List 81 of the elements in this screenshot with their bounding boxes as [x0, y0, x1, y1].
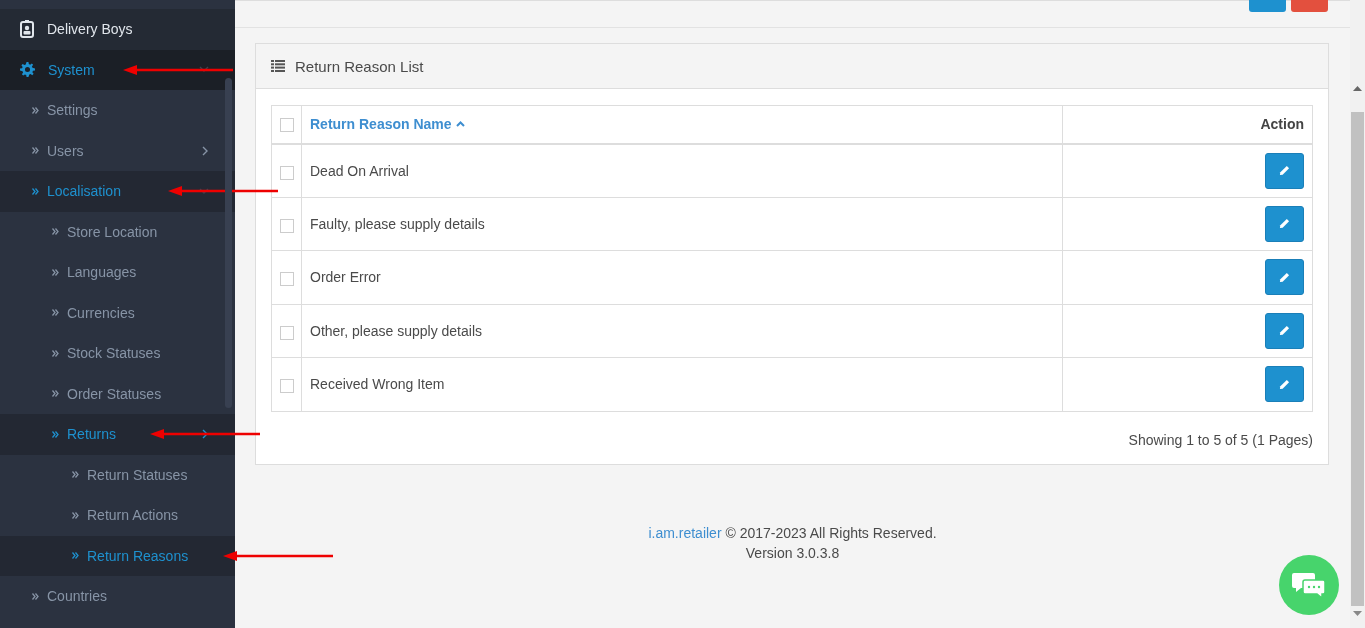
version-text: Version 3.0.3.8: [745, 544, 840, 561]
scroll-down-icon[interactable]: [1353, 611, 1362, 616]
menu-label: System: [48, 61, 95, 78]
row-checkbox[interactable]: [279, 379, 294, 394]
menu-label: Languages: [67, 264, 137, 281]
menu-label: Stock Statuses: [67, 345, 161, 362]
sidebar-item[interactable]: Currencies: [0, 292, 235, 333]
table-cell: Dead On Arrival: [301, 143, 1063, 197]
sidebar-item[interactable]: System: [0, 49, 235, 90]
pencil-icon: [1279, 165, 1290, 176]
double-chevron-icon: [32, 592, 39, 600]
double-chevron-icon: [52, 309, 59, 317]
menu-label: Return Statuses: [87, 466, 188, 483]
pencil-icon: [1279, 271, 1290, 283]
sidebar-item[interactable]: Return Reasons: [0, 535, 235, 576]
list-icon: [271, 60, 285, 72]
pencil-icon: [1279, 325, 1290, 337]
toolbar-button[interactable]: [1249, 0, 1286, 12]
panel-title: Return Reason List: [295, 57, 424, 75]
menu-label: Order Statuses: [67, 385, 162, 402]
menu-label: Currencies: [67, 304, 135, 321]
double-chevron-icon: [52, 349, 59, 357]
edit-button[interactable]: [1265, 366, 1304, 403]
double-chevron-icon: [72, 552, 79, 560]
sidebar-item[interactable]: Returns: [0, 414, 235, 455]
gear-icon: [20, 62, 35, 78]
menu-label: Store Location: [67, 223, 158, 240]
edit-button[interactable]: [1265, 205, 1304, 242]
sidebar-item[interactable]: Users: [0, 130, 235, 171]
select-all-checkbox[interactable]: [279, 118, 294, 133]
double-chevron-icon: [52, 430, 59, 438]
sidebar-item[interactable]: Return Actions: [0, 495, 235, 536]
pagination-text: Showing 1 to 5 of 5 (1 Pages): [1127, 431, 1313, 448]
double-chevron-icon: [72, 471, 79, 479]
edit-button[interactable]: [1265, 312, 1304, 349]
edit-button[interactable]: [1265, 152, 1304, 189]
chat-bubbles-icon: [1292, 571, 1326, 599]
edit-button[interactable]: [1265, 259, 1304, 296]
chat-button[interactable]: [1279, 555, 1339, 615]
sidebar-item[interactable]: Settings: [0, 90, 235, 131]
scroll-up-icon[interactable]: [1353, 86, 1362, 91]
toolbar-button[interactable]: [1291, 0, 1328, 12]
pencil-icon: [1279, 218, 1290, 230]
menu-label: Return Reasons: [87, 547, 189, 564]
row-checkbox[interactable]: [279, 218, 294, 233]
menu-label: Returns: [67, 426, 117, 443]
double-chevron-icon: [32, 106, 39, 114]
double-chevron-icon: [32, 187, 39, 195]
double-chevron-icon: [52, 268, 59, 276]
brand-link[interactable]: i.am.retailer: [648, 524, 722, 541]
sidebar-item[interactable]: Store Location: [0, 211, 235, 252]
menu-label: Countries: [47, 588, 107, 605]
sidebar-item[interactable]: Localisation: [0, 171, 235, 212]
menu-label: Return Actions: [87, 507, 179, 524]
sidebar-scrollbar[interactable]: [225, 78, 232, 408]
menu-label: Users: [47, 142, 84, 159]
double-chevron-icon: [52, 228, 59, 236]
sort-link[interactable]: Return Reason Name: [310, 116, 465, 133]
sidebar-item[interactable]: Languages: [0, 252, 235, 293]
table-cell: Faulty, please supply details: [301, 197, 1063, 251]
sidebar-item[interactable]: Stock Statuses: [0, 333, 235, 374]
row-checkbox[interactable]: [279, 325, 294, 340]
table-cell: Order Error: [301, 250, 1063, 304]
table-cell: Received Wrong Item: [301, 357, 1063, 411]
pencil-icon: [1279, 378, 1290, 390]
sidebar-item[interactable]: Delivery Boys: [0, 9, 235, 50]
menu-label: Delivery Boys: [47, 21, 133, 38]
sidebar-item[interactable]: Return Statuses: [0, 454, 235, 495]
table-cell: Other, please supply details: [301, 304, 1063, 358]
row-checkbox[interactable]: [279, 165, 294, 180]
double-chevron-icon: [32, 147, 39, 155]
copyright-text: © 2017-2023 All Rights Reserved.: [725, 524, 937, 541]
id-badge-icon: [20, 20, 34, 39]
double-chevron-icon: [52, 390, 59, 398]
row-checkbox[interactable]: [279, 272, 294, 287]
menu-label: Settings: [47, 102, 98, 119]
menu-label: Localisation: [47, 183, 121, 200]
double-chevron-icon: [72, 511, 79, 519]
sidebar-item[interactable]: Countries: [0, 576, 235, 617]
column-header: Action: [1062, 105, 1313, 144]
sidebar-item[interactable]: Order Statuses: [0, 373, 235, 414]
